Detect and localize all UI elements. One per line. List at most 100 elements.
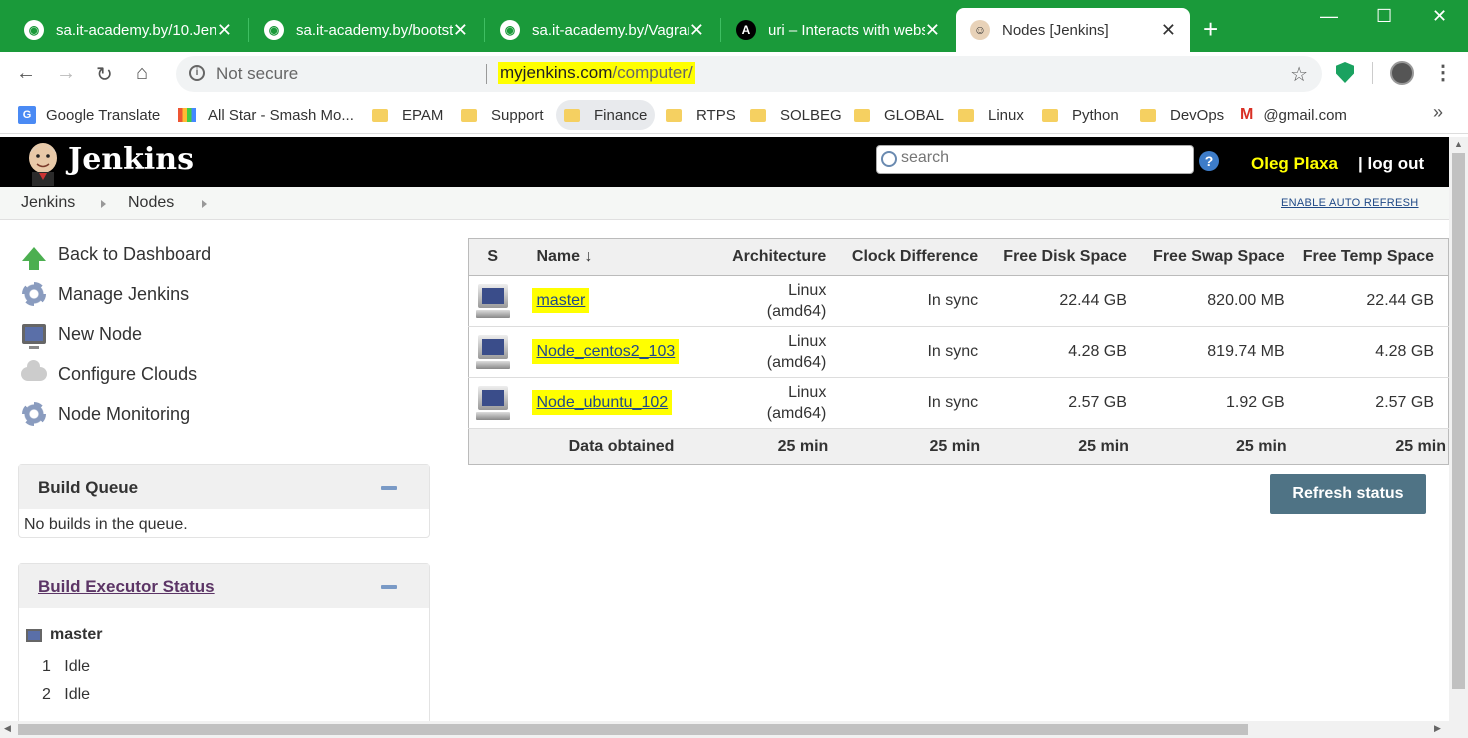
task-node-monitoring[interactable]: Node Monitoring xyxy=(20,400,190,428)
tab-github-vagrant[interactable]: ◉ sa.it-academy.by/Vagrant ✕ xyxy=(486,8,718,52)
node-link[interactable]: Node_centos2_103 xyxy=(532,339,680,364)
task-new-node[interactable]: New Node xyxy=(20,320,143,349)
refresh-status-button[interactable]: Refresh status xyxy=(1270,474,1426,514)
close-icon[interactable]: ✕ xyxy=(1161,20,1176,41)
col-free-swap[interactable]: Free Swap Space xyxy=(1128,238,1287,276)
swap-cell: 1.92 GB xyxy=(1128,377,1287,429)
profile-avatar[interactable] xyxy=(1390,61,1414,85)
task-configure-clouds[interactable]: Configure Clouds xyxy=(20,360,197,388)
menu-kebab-icon[interactable]: ⋮ xyxy=(1433,60,1453,85)
folder-icon xyxy=(1042,108,1058,122)
breadcrumb-arrow-icon[interactable] xyxy=(202,200,207,208)
bookmark-linux[interactable]: Linux xyxy=(950,100,1032,130)
up-arrow-icon xyxy=(20,240,48,270)
arch-os: Linux xyxy=(788,282,827,299)
breadcrumb-jenkins[interactable]: Jenkins xyxy=(21,194,75,212)
col-status[interactable]: S xyxy=(468,238,517,276)
task-label: Configure Clouds xyxy=(58,363,198,384)
tab-divider xyxy=(720,18,721,42)
user-link[interactable]: Oleg Plaxa xyxy=(1251,154,1338,174)
horizontal-scroll-thumb[interactable] xyxy=(18,724,1248,735)
node-link[interactable]: master xyxy=(532,288,590,313)
executor-number: 2 xyxy=(42,686,51,703)
tab-nodes-jenkins[interactable]: ☺ Nodes [Jenkins] ✕ xyxy=(956,8,1190,52)
scroll-left-icon[interactable]: ◀ xyxy=(4,723,11,734)
col-architecture[interactable]: Architecture xyxy=(696,238,829,276)
collapse-icon[interactable] xyxy=(381,486,397,490)
omnibox-divider xyxy=(486,64,487,84)
reload-icon[interactable]: ↻ xyxy=(96,62,113,87)
build-executor-pane: Build Executor Status master 1 Idle 2 Id… xyxy=(18,563,430,733)
table-row: master Linux (amd64) In sync 22.44 GB 820… xyxy=(468,275,1449,327)
tab-github-jenkins[interactable]: ◉ sa.it-academy.by/10.Jenkins ✕ xyxy=(10,8,246,52)
info-icon[interactable]: i xyxy=(189,65,205,81)
window-close-icon[interactable]: ✕ xyxy=(1432,6,1447,27)
bookmark-python[interactable]: Python xyxy=(1034,100,1127,130)
breadcrumb-arrow-icon[interactable] xyxy=(101,200,106,208)
swap-cell: 820.00 MB xyxy=(1128,275,1287,327)
url-path: /computer/ xyxy=(612,63,693,82)
executor-node[interactable]: master xyxy=(26,626,102,644)
maximize-icon[interactable]: ☐ xyxy=(1376,6,1392,27)
bookmark-gmail[interactable]: M @gmail.com xyxy=(1232,100,1355,130)
collapse-icon[interactable] xyxy=(381,585,397,589)
node-status-icon xyxy=(468,275,517,327)
close-icon[interactable]: ✕ xyxy=(689,20,704,41)
scroll-up-icon[interactable]: ▲ xyxy=(1454,139,1463,149)
bookmark-support[interactable]: Support xyxy=(453,100,552,130)
more-bookmarks-icon[interactable]: » xyxy=(1433,102,1443,123)
search-box[interactable] xyxy=(876,145,1194,174)
enable-auto-refresh-link[interactable]: ENABLE AUTO REFRESH xyxy=(1281,197,1419,209)
bookmark-finance[interactable]: Finance xyxy=(556,100,656,130)
scroll-right-icon[interactable]: ▶ xyxy=(1434,723,1441,734)
col-clock-difference[interactable]: Clock Difference xyxy=(828,238,981,276)
bookmark-star-icon[interactable]: ☆ xyxy=(1290,62,1308,87)
build-queue-title: Build Queue xyxy=(38,478,139,497)
task-back-to-dashboard[interactable]: Back to Dashboard xyxy=(20,240,212,270)
vertical-scroll-thumb[interactable] xyxy=(1452,153,1465,689)
close-icon[interactable]: ✕ xyxy=(453,20,468,41)
breadcrumb-nodes[interactable]: Nodes xyxy=(128,194,174,212)
col-free-disk[interactable]: Free Disk Space xyxy=(980,238,1129,276)
jenkins-header: Jenkins ? Oleg Plaxa | log out xyxy=(0,137,1449,187)
close-icon[interactable]: ✕ xyxy=(925,20,940,41)
bookmark-global[interactable]: GLOBAL xyxy=(846,100,952,130)
jenkins-logo-icon[interactable] xyxy=(22,140,64,186)
new-tab-button[interactable]: + xyxy=(1203,14,1218,45)
col-free-temp[interactable]: Free Temp Space xyxy=(1286,238,1449,276)
bookmark-rtps[interactable]: RTPS xyxy=(658,100,744,130)
forward-arrow-icon[interactable]: → xyxy=(56,62,76,85)
build-executor-header: Build Executor Status xyxy=(19,564,429,608)
task-label: New Node xyxy=(58,323,143,344)
node-link[interactable]: Node_ubuntu_102 xyxy=(532,390,673,415)
tab-github-bootstrap[interactable]: ◉ sa.it-academy.by/bootstrap ✕ xyxy=(250,8,482,52)
vertical-scrollbar[interactable]: ▲ xyxy=(1449,137,1468,721)
bookmark-solbeg[interactable]: SOLBEG xyxy=(742,100,850,130)
tab-title: sa.it-academy.by/bootstrap xyxy=(296,21,453,39)
build-executor-title[interactable]: Build Executor Status xyxy=(38,577,215,596)
help-icon[interactable]: ? xyxy=(1199,151,1219,171)
task-label: Back to Dashboard xyxy=(58,243,212,264)
tab-divider xyxy=(248,18,249,42)
back-arrow-icon[interactable]: ← xyxy=(16,62,36,85)
computer-icon xyxy=(475,384,510,422)
horizontal-scrollbar[interactable]: ◀ ▶ xyxy=(0,721,1468,738)
minimize-icon[interactable]: — xyxy=(1320,6,1338,27)
home-icon[interactable]: ⌂ xyxy=(136,62,148,85)
tab-ansible-uri[interactable]: A uri – Interacts with webservices ✕ xyxy=(722,8,954,52)
jenkins-title[interactable]: Jenkins xyxy=(68,142,194,177)
task-manage-jenkins[interactable]: Manage Jenkins xyxy=(20,280,189,308)
bookmark-google-translate[interactable]: G Google Translate xyxy=(10,100,168,130)
github-icon: ◉ xyxy=(500,20,520,40)
col-name[interactable]: Name ↓ xyxy=(516,238,697,276)
logout-link[interactable]: | log out xyxy=(1358,154,1424,174)
bookmark-devops[interactable]: DevOps xyxy=(1132,100,1232,130)
bookmark-epam[interactable]: EPAM xyxy=(364,100,451,130)
close-icon[interactable]: ✕ xyxy=(217,20,232,41)
tab-title: uri – Interacts with webservices xyxy=(768,21,925,39)
clock-cell: In sync xyxy=(828,377,981,429)
search-input[interactable] xyxy=(901,149,1181,167)
bookmark-all-star[interactable]: All Star - Smash Mo... xyxy=(170,100,362,130)
url-text[interactable]: myjenkins.com/computer/ xyxy=(498,62,695,84)
address-bar[interactable]: i Not secure myjenkins.com/computer/ ☆ xyxy=(176,56,1322,92)
